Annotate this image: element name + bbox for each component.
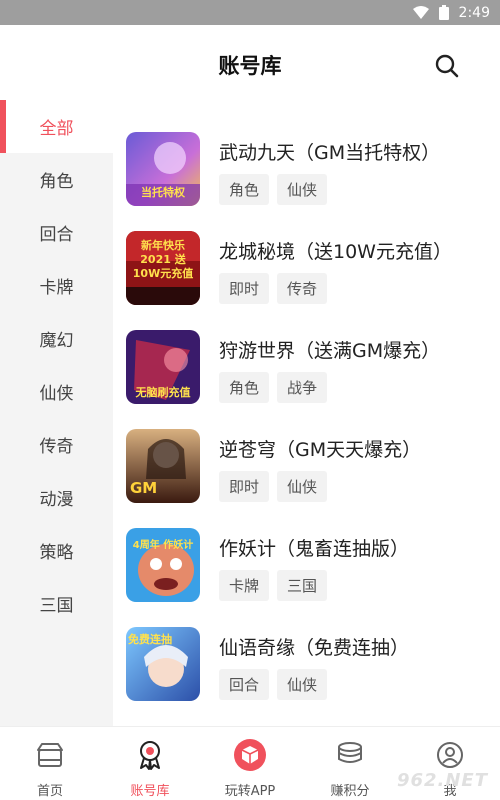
app-header: 账号库 xyxy=(0,25,500,105)
game-thumbnail-caption: GM xyxy=(130,479,158,497)
list-item[interactable]: 当托特权 武动九天（GM当托特权） 角色 仙侠 xyxy=(113,132,500,222)
game-tag: 传奇 xyxy=(277,273,328,304)
game-thumbnail-caption: 无脑刷充值 xyxy=(135,386,191,399)
game-tag: 即时 xyxy=(219,471,270,502)
tab-label: 首页 xyxy=(36,784,63,799)
sidebar-item-card[interactable]: 卡牌 xyxy=(0,259,113,312)
tab-earn-points[interactable]: 赚积分 xyxy=(300,727,400,800)
sidebar-item-label: 卡牌 xyxy=(39,278,74,298)
sidebar-item-label: 魔幻 xyxy=(39,331,74,351)
game-tag: 三国 xyxy=(277,570,328,601)
game-tag: 仙侠 xyxy=(277,174,328,205)
sidebar-item-label: 三国 xyxy=(39,596,74,616)
game-list: 当托特权 武动九天（GM当托特权） 角色 仙侠 新年快乐 2021 送10W元充… xyxy=(113,100,500,726)
status-bar: 2:49 xyxy=(0,0,500,25)
status-time: 2:49 xyxy=(458,4,490,21)
sidebar-item-label: 回合 xyxy=(39,225,74,245)
game-tag: 战争 xyxy=(277,372,328,403)
sidebar-item-label: 仙侠 xyxy=(39,384,74,404)
sidebar-item-strategy[interactable]: 策略 xyxy=(0,524,113,577)
sidebar-item-label: 策略 xyxy=(39,543,74,563)
game-thumbnail-caption: 当托特权 xyxy=(141,186,185,199)
list-item[interactable]: 免费连抽 仙语奇缘（免费连抽） 回合 仙侠 xyxy=(113,627,500,717)
medal-icon xyxy=(134,739,166,771)
tab-label: 玩转APP xyxy=(224,784,276,799)
game-thumbnail: 当托特权 xyxy=(126,132,200,206)
game-title: 逆苍穹（GM天天爆充） xyxy=(219,439,422,461)
game-thumbnail: 无脑刷充值 xyxy=(126,330,200,404)
battery-icon xyxy=(438,5,449,20)
game-tag: 角色 xyxy=(219,372,270,403)
sidebar-item-label: 全部 xyxy=(39,119,74,139)
category-sidebar: 全部 角色 回合 卡牌 魔幻 仙侠 传奇 动漫 策略 三国 xyxy=(0,100,113,726)
game-thumbnail-caption: 4周年 作妖计 xyxy=(132,540,194,551)
sidebar-item-label: 动漫 xyxy=(39,490,74,510)
sidebar-item-label: 角色 xyxy=(39,172,74,192)
store-icon xyxy=(34,739,66,771)
sidebar-item-anime[interactable]: 动漫 xyxy=(0,471,113,524)
game-thumbnail-caption: 新年快乐 2021 送10W元充值 xyxy=(132,239,194,280)
sidebar-item-turn-based[interactable]: 回合 xyxy=(0,206,113,259)
sidebar-item-role[interactable]: 角色 xyxy=(0,153,113,206)
cube-icon xyxy=(234,739,266,771)
wifi-icon xyxy=(412,5,429,20)
sidebar-item-xianxia[interactable]: 仙侠 xyxy=(0,365,113,418)
list-item[interactable]: 4周年 作妖计 作妖计（鬼畜连抽版） 卡牌 三国 xyxy=(113,528,500,618)
coins-icon xyxy=(334,739,366,771)
game-thumbnail: GM xyxy=(126,429,200,503)
sidebar-item-legend[interactable]: 传奇 xyxy=(0,418,113,471)
game-tag: 仙侠 xyxy=(277,669,328,700)
tab-account-library[interactable]: 账号库 xyxy=(100,727,200,800)
sidebar-item-fantasy[interactable]: 魔幻 xyxy=(0,312,113,365)
game-tag: 即时 xyxy=(219,273,270,304)
sidebar-item-three-kingdoms[interactable]: 三国 xyxy=(0,577,113,630)
game-thumbnail: 免费连抽 xyxy=(126,627,200,701)
game-title: 武动九天（GM当托特权） xyxy=(219,142,441,164)
watermark: 962.NET xyxy=(396,770,488,791)
game-title: 狩游世界（送满GM爆充） xyxy=(219,340,441,362)
game-tags: 即时 传奇 xyxy=(219,273,328,304)
game-tags: 回合 仙侠 xyxy=(219,669,328,700)
game-tag: 仙侠 xyxy=(277,471,328,502)
game-title: 作妖计（鬼畜连抽版） xyxy=(219,538,410,560)
game-tag: 卡牌 xyxy=(219,570,270,601)
game-thumbnail: 4周年 作妖计 xyxy=(126,528,200,602)
tab-play-app[interactable]: 玩转APP xyxy=(200,727,300,800)
tab-label: 赚积分 xyxy=(330,784,370,799)
game-thumbnail: 新年快乐 2021 送10W元充值 xyxy=(126,231,200,305)
user-icon xyxy=(434,739,466,771)
search-icon[interactable] xyxy=(434,53,460,79)
game-tags: 即时 仙侠 xyxy=(219,471,328,502)
game-thumbnail-caption: 免费连抽 xyxy=(128,633,172,646)
game-tags: 角色 战争 xyxy=(219,372,328,403)
tab-label: 账号库 xyxy=(130,784,170,799)
game-tag: 角色 xyxy=(219,174,270,205)
list-item[interactable]: GM 逆苍穹（GM天天爆充） 即时 仙侠 xyxy=(113,429,500,519)
sidebar-item-label: 传奇 xyxy=(39,437,74,457)
game-title: 龙城秘境（送10W元充值） xyxy=(219,241,452,263)
tab-home[interactable]: 首页 xyxy=(0,727,100,800)
game-tags: 角色 仙侠 xyxy=(219,174,328,205)
game-tags: 卡牌 三国 xyxy=(219,570,328,601)
game-tag: 回合 xyxy=(219,669,270,700)
game-title: 仙语奇缘（免费连抽） xyxy=(219,637,410,659)
page-title: 账号库 xyxy=(218,54,282,78)
list-item[interactable]: 新年快乐 2021 送10W元充值 龙城秘境（送10W元充值） 即时 传奇 xyxy=(113,231,500,321)
sidebar-item-all[interactable]: 全部 xyxy=(0,100,113,153)
list-item[interactable]: 无脑刷充值 狩游世界（送满GM爆充） 角色 战争 xyxy=(113,330,500,420)
